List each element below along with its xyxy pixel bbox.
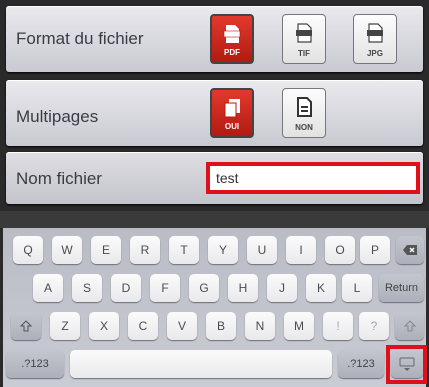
multipages-non-button[interactable]: NON bbox=[282, 88, 326, 138]
multipages-oui-button[interactable]: OUI bbox=[210, 88, 254, 138]
key-r[interactable]: R bbox=[130, 236, 160, 264]
key-a[interactable]: A bbox=[33, 274, 63, 302]
format-jpg-label: JPG bbox=[366, 49, 383, 58]
shift-left-key[interactable] bbox=[11, 312, 41, 340]
format-pdf-label: PDF bbox=[224, 48, 240, 57]
return-key[interactable]: Return bbox=[379, 274, 424, 302]
shift-icon bbox=[19, 320, 33, 332]
backspace-icon bbox=[403, 245, 417, 255]
hide-keyboard-icon bbox=[399, 357, 415, 371]
filename-row: Nom fichier bbox=[6, 152, 423, 204]
format-tif-label: TIF bbox=[298, 49, 310, 58]
shift-right-key[interactable] bbox=[395, 312, 424, 340]
key-p[interactable]: P bbox=[360, 236, 390, 264]
backspace-key[interactable] bbox=[396, 236, 424, 264]
format-jpg-button[interactable]: JPG bbox=[353, 14, 397, 64]
key-d[interactable]: D bbox=[111, 274, 141, 302]
key-o[interactable]: O bbox=[325, 236, 355, 264]
multi-page-icon bbox=[224, 99, 240, 118]
key-x[interactable]: X bbox=[89, 312, 119, 340]
key-question[interactable]: ? bbox=[359, 312, 389, 340]
numbers-left-key[interactable]: .?123 bbox=[6, 350, 64, 378]
shift-icon bbox=[403, 320, 416, 332]
single-page-icon bbox=[297, 97, 312, 117]
numbers-right-key[interactable]: .?123 bbox=[338, 350, 384, 378]
key-t[interactable]: T bbox=[169, 236, 199, 264]
filename-input[interactable] bbox=[210, 166, 418, 190]
pdf-file-icon bbox=[223, 25, 241, 43]
key-n[interactable]: N bbox=[245, 312, 275, 340]
key-w[interactable]: W bbox=[52, 236, 82, 264]
key-h[interactable]: H bbox=[228, 274, 258, 302]
multipages-label: Multipages bbox=[16, 107, 99, 126]
space-key[interactable] bbox=[70, 350, 332, 378]
key-g[interactable]: G bbox=[189, 274, 219, 302]
scan-settings-screen: Format du fichier PDF TIF JPG Multipages bbox=[0, 0, 429, 387]
filename-highlight bbox=[206, 162, 420, 194]
key-s[interactable]: S bbox=[72, 274, 102, 302]
format-pdf-button[interactable]: PDF bbox=[210, 14, 254, 64]
format-row: Format du fichier PDF TIF JPG bbox=[6, 6, 423, 72]
key-z[interactable]: Z bbox=[50, 312, 80, 340]
jpg-file-icon bbox=[367, 23, 383, 43]
key-b[interactable]: B bbox=[206, 312, 236, 340]
key-k[interactable]: K bbox=[306, 274, 336, 302]
key-j[interactable]: J bbox=[267, 274, 297, 302]
key-u[interactable]: U bbox=[247, 236, 277, 264]
key-y[interactable]: Y bbox=[208, 236, 238, 264]
divider bbox=[0, 211, 429, 228]
format-label: Format du fichier bbox=[16, 29, 144, 48]
hide-keyboard-key[interactable] bbox=[391, 350, 423, 378]
format-tif-button[interactable]: TIF bbox=[282, 14, 326, 64]
key-m[interactable]: M bbox=[284, 312, 314, 340]
key-v[interactable]: V bbox=[167, 312, 197, 340]
filename-label: Nom fichier bbox=[16, 169, 102, 188]
key-i[interactable]: I bbox=[286, 236, 316, 264]
key-l[interactable]: L bbox=[342, 274, 372, 302]
key-q[interactable]: Q bbox=[13, 236, 43, 264]
multipages-row: Multipages OUI NON bbox=[6, 80, 423, 146]
key-c[interactable]: C bbox=[128, 312, 158, 340]
key-e[interactable]: E bbox=[91, 236, 121, 264]
tif-file-icon bbox=[296, 23, 312, 43]
multipages-non-label: NON bbox=[295, 123, 313, 132]
on-screen-keyboard: Q W E R T Y U I O P A S D F G H J K L Re… bbox=[3, 228, 427, 387]
key-f[interactable]: F bbox=[150, 274, 180, 302]
key-exclamation[interactable]: ! bbox=[323, 312, 353, 340]
multipages-oui-label: OUI bbox=[224, 122, 240, 131]
